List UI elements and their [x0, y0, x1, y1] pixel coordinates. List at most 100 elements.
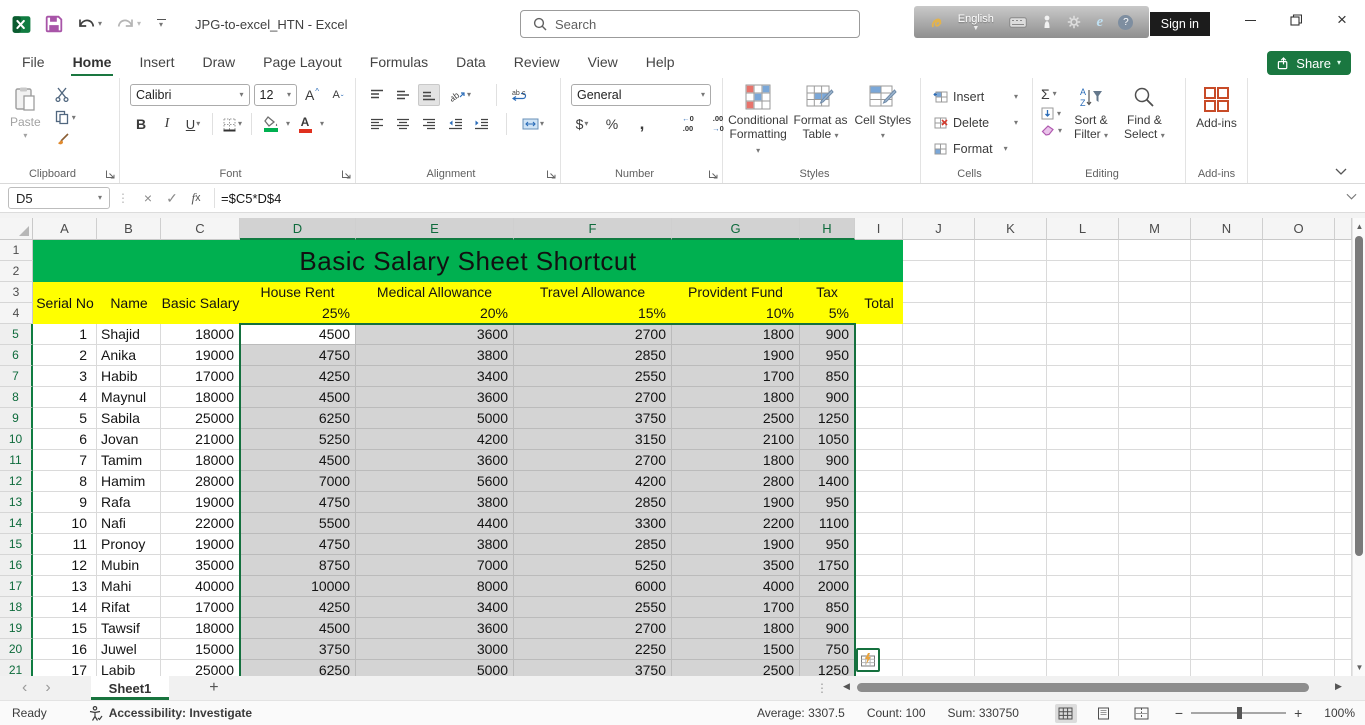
cell-K2[interactable] — [975, 261, 1047, 282]
cell-A20[interactable]: 16 — [33, 639, 97, 660]
cell-O12[interactable] — [1263, 471, 1335, 492]
cell-A19[interactable]: 15 — [33, 618, 97, 639]
cell-D7[interactable]: 4250 — [240, 366, 356, 387]
cell-P3[interactable] — [1335, 282, 1352, 303]
cell-P9[interactable] — [1335, 408, 1352, 429]
cell-D5[interactable]: 4500 — [240, 324, 356, 345]
cell-K10[interactable] — [975, 429, 1047, 450]
cell-N20[interactable] — [1191, 639, 1263, 660]
cell-M6[interactable] — [1119, 345, 1191, 366]
cell-H4[interactable]: 5% — [800, 303, 855, 324]
decrease-font-size-button[interactable]: Aˇ — [327, 84, 349, 106]
cell-G4[interactable]: 10% — [672, 303, 800, 324]
cell-M15[interactable] — [1119, 534, 1191, 555]
cell-C3[interactable] — [161, 282, 240, 303]
cell-N16[interactable] — [1191, 555, 1263, 576]
cell-O14[interactable] — [1263, 513, 1335, 534]
cell-J3[interactable] — [903, 282, 975, 303]
column-header-E[interactable]: E — [356, 218, 514, 240]
cell-I6[interactable] — [855, 345, 903, 366]
cell-H11[interactable]: 900 — [800, 450, 855, 471]
cell-L20[interactable] — [1047, 639, 1119, 660]
cell-F20[interactable]: 2250 — [514, 639, 672, 660]
cell-M3[interactable] — [1119, 282, 1191, 303]
cell-K6[interactable] — [975, 345, 1047, 366]
cell-C19[interactable]: 18000 — [161, 618, 240, 639]
cell-H6[interactable]: 950 — [800, 345, 855, 366]
cell-P21[interactable] — [1335, 660, 1352, 676]
row-header-11[interactable]: 11 — [0, 450, 33, 471]
column-header-N[interactable]: N — [1191, 218, 1263, 240]
autosum-button[interactable]: Σ▾ — [1041, 86, 1062, 102]
cell-D3[interactable]: House Rent — [240, 282, 356, 303]
cell-F3[interactable]: Travel Allowance — [514, 282, 672, 303]
column-header-D[interactable]: D — [240, 218, 356, 240]
gear-icon[interactable] — [1067, 15, 1081, 29]
column-header-M[interactable]: M — [1119, 218, 1191, 240]
cell-N18[interactable] — [1191, 597, 1263, 618]
cell-G14[interactable]: 2200 — [672, 513, 800, 534]
cell-B15[interactable]: Pronoy — [97, 534, 161, 555]
scroll-left-icon[interactable]: ◀ — [843, 681, 850, 692]
close-button[interactable]: × — [1319, 0, 1365, 40]
column-header-A[interactable]: A — [33, 218, 97, 240]
cell-I12[interactable] — [855, 471, 903, 492]
name-box[interactable]: D5 ▾ — [8, 187, 110, 209]
tab-formulas[interactable]: Formulas — [356, 49, 442, 77]
cell-C11[interactable]: 18000 — [161, 450, 240, 471]
cell-I3[interactable] — [855, 282, 903, 303]
cell-M10[interactable] — [1119, 429, 1191, 450]
cell-C5[interactable]: 18000 — [161, 324, 240, 345]
cell-E17[interactable]: 8000 — [356, 576, 514, 597]
cell-L21[interactable] — [1047, 660, 1119, 676]
avro-mouse-icon[interactable] — [1042, 15, 1052, 29]
cell-B20[interactable]: Juwel — [97, 639, 161, 660]
cell-O11[interactable] — [1263, 450, 1335, 471]
find-select-button[interactable]: Find &Select ▾ — [1120, 84, 1169, 144]
zoom-slider-thumb[interactable] — [1237, 707, 1242, 719]
borders-button[interactable]: ▾ — [221, 113, 243, 135]
scroll-right-icon[interactable]: ▶ — [1335, 681, 1342, 692]
row-header-8[interactable]: 8 — [0, 387, 33, 408]
column-header-C[interactable]: C — [161, 218, 240, 240]
cell-L7[interactable] — [1047, 366, 1119, 387]
fill-color-button[interactable] — [260, 113, 282, 135]
cell-C2[interactable] — [161, 261, 240, 282]
cell-M17[interactable] — [1119, 576, 1191, 597]
cell-F1[interactable] — [514, 240, 672, 261]
cell-E11[interactable]: 3600 — [356, 450, 514, 471]
bold-button[interactable]: B — [130, 113, 152, 135]
cell-A16[interactable]: 12 — [33, 555, 97, 576]
cell-A14[interactable]: 10 — [33, 513, 97, 534]
cell-I8[interactable] — [855, 387, 903, 408]
cell-D18[interactable]: 4250 — [240, 597, 356, 618]
vertical-scrollbar[interactable]: ▲ ▼ — [1352, 218, 1365, 676]
cell-G2[interactable] — [672, 261, 800, 282]
cell-O2[interactable] — [1263, 261, 1335, 282]
cell-I16[interactable] — [855, 555, 903, 576]
font-dialog-launcher[interactable] — [341, 169, 351, 179]
cell-H1[interactable] — [800, 240, 855, 261]
cell-N12[interactable] — [1191, 471, 1263, 492]
cell-K11[interactable] — [975, 450, 1047, 471]
column-header-partial[interactable] — [1335, 218, 1352, 240]
cell-F11[interactable]: 2700 — [514, 450, 672, 471]
column-header-F[interactable]: F — [514, 218, 672, 240]
cell-H5[interactable]: 900 — [800, 324, 855, 345]
cell-J6[interactable] — [903, 345, 975, 366]
cell-O17[interactable] — [1263, 576, 1335, 597]
normal-view-button[interactable] — [1055, 704, 1077, 723]
cell-P1[interactable] — [1335, 240, 1352, 261]
formula-input[interactable]: =$C5*D$4 — [221, 191, 281, 206]
cell-J13[interactable] — [903, 492, 975, 513]
cell-N10[interactable] — [1191, 429, 1263, 450]
format-cells-button[interactable]: Format▾ — [933, 136, 1026, 161]
cell-C18[interactable]: 17000 — [161, 597, 240, 618]
cell-D8[interactable]: 4500 — [240, 387, 356, 408]
cell-P6[interactable] — [1335, 345, 1352, 366]
cell-J8[interactable] — [903, 387, 975, 408]
cell-E16[interactable]: 7000 — [356, 555, 514, 576]
cell-F14[interactable]: 3300 — [514, 513, 672, 534]
conditional-formatting-button[interactable]: Conditional Formatting ▾ — [727, 84, 789, 156]
cell-O10[interactable] — [1263, 429, 1335, 450]
